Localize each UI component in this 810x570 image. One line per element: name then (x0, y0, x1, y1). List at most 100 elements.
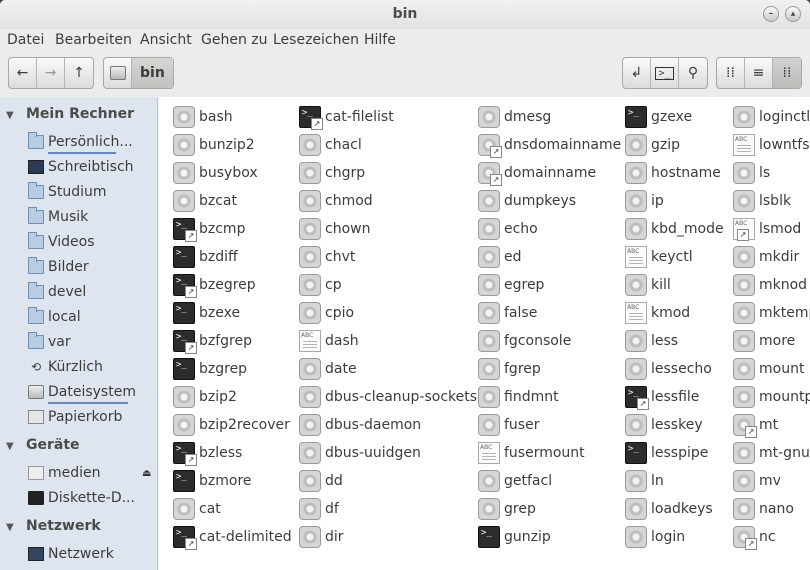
file-item[interactable]: bzip2 (173, 385, 237, 409)
file-item[interactable]: loginctl (733, 105, 810, 129)
file-item[interactable]: fgrep (478, 357, 541, 381)
file-item[interactable]: nc (733, 525, 776, 550)
sidebar-item-papierkorb[interactable]: Papierkorb (28, 406, 122, 428)
sidebar-item-kuerzlich[interactable]: ⟲ Kürzlich (28, 356, 103, 378)
file-item[interactable]: mt-gnu (733, 441, 810, 465)
file-item[interactable]: busybox (173, 161, 258, 185)
minimize-button[interactable]: – (763, 6, 779, 22)
sidebar-item-studium[interactable]: Studium (28, 181, 107, 203)
file-item[interactable]: lessfile (625, 385, 699, 410)
sidebar-item-dateisystem[interactable]: Dateisystem (28, 381, 136, 403)
file-item[interactable]: more (733, 329, 795, 353)
file-item[interactable]: cat-delimited (173, 525, 292, 550)
file-item[interactable]: fuser (478, 413, 539, 437)
file-item[interactable]: ln (625, 469, 664, 493)
file-item[interactable]: loadkeys (625, 497, 713, 521)
sidebar-item-local[interactable]: local (28, 306, 81, 328)
file-item[interactable]: bzless (173, 441, 242, 466)
file-item[interactable]: chown (299, 217, 370, 241)
file-item[interactable]: chgrp (299, 161, 365, 185)
file-item[interactable]: bzdiff (173, 245, 238, 269)
file-item[interactable]: dmesg (478, 105, 551, 129)
file-item[interactable]: cp (299, 273, 342, 297)
file-item[interactable]: cpio (299, 301, 354, 325)
menu-gehen-zu[interactable]: Gehen zu (201, 32, 268, 48)
sidebar-item-medien[interactable]: medien (28, 462, 101, 484)
file-item[interactable]: gzip (625, 133, 680, 157)
file-item[interactable]: dbus-cleanup-sockets (299, 385, 477, 409)
file-item[interactable]: ip (625, 189, 664, 213)
file-item[interactable]: getfacl (478, 469, 552, 493)
file-item[interactable]: lesskey (625, 413, 703, 437)
file-item[interactable]: cat (173, 497, 221, 521)
sidebar-item-videos[interactable]: Videos (28, 231, 95, 253)
file-item[interactable]: echo (478, 217, 538, 241)
file-item[interactable]: kill (625, 273, 671, 297)
file-item[interactable]: mknod (733, 273, 807, 297)
forward-button[interactable]: → (37, 58, 65, 88)
file-item[interactable]: chacl (299, 133, 362, 157)
file-item[interactable]: bzmore (173, 469, 252, 493)
file-item[interactable]: bash (173, 105, 233, 129)
file-item[interactable]: mv (733, 469, 781, 493)
file-item[interactable]: dnsdomainname (478, 133, 621, 158)
file-item[interactable]: egrep (478, 273, 544, 297)
file-item[interactable]: dumpkeys (478, 189, 576, 213)
file-item[interactable]: chmod (299, 189, 373, 213)
file-item[interactable]: bzfgrep (173, 329, 252, 354)
file-item[interactable]: bzegrep (173, 273, 256, 298)
icon-view-button[interactable]: ⁞⁞ (717, 58, 745, 88)
file-item[interactable]: lesspipe (625, 441, 708, 465)
file-item[interactable]: dir (299, 525, 344, 549)
file-item[interactable]: lessecho (625, 357, 712, 381)
list-view-button[interactable]: ≡ (745, 58, 773, 88)
menu-ansicht[interactable]: Ansicht (140, 32, 192, 48)
menu-lesezeichen[interactable]: Lesezeichen (273, 32, 359, 48)
file-item[interactable]: false (478, 301, 537, 325)
file-item[interactable]: bzgrep (173, 357, 247, 381)
file-item[interactable]: chvt (299, 245, 355, 269)
title-bar[interactable]: bin – ▴ (0, 0, 810, 29)
sidebar-item-bilder[interactable]: Bilder (28, 256, 89, 278)
sidebar-item-schreibtisch[interactable]: Schreibtisch (28, 156, 134, 178)
file-item[interactable]: ed (478, 245, 522, 269)
file-item[interactable]: grep (478, 497, 536, 521)
file-item[interactable]: less (625, 329, 678, 353)
section-computer-header[interactable]: ▼ Mein Rechner (6, 106, 134, 122)
eject-icon[interactable]: ⏏ (142, 468, 151, 479)
file-item[interactable]: login (625, 525, 685, 549)
file-item[interactable]: bzcat (173, 189, 237, 213)
terminal-button[interactable]: >_ (651, 58, 679, 88)
file-item[interactable]: date (299, 357, 357, 381)
file-item[interactable]: mktemp (733, 301, 810, 325)
file-item[interactable]: dash (299, 329, 359, 353)
section-devices-header[interactable]: ▼ Geräte (6, 437, 80, 453)
sidebar-item-var[interactable]: var (28, 331, 71, 353)
file-item[interactable]: dd (299, 469, 343, 493)
file-item[interactable]: gzexe (625, 105, 692, 129)
menu-bearbeiten[interactable]: Bearbeiten (55, 32, 132, 48)
up-button[interactable]: ↑ (65, 58, 93, 88)
file-item[interactable]: fusermount (478, 441, 585, 465)
search-button[interactable]: ⚲ (679, 58, 707, 88)
sidebar-item-musik[interactable]: Musik (28, 206, 88, 228)
file-item[interactable]: kmod (625, 301, 690, 325)
file-item[interactable]: bunzip2 (173, 133, 255, 157)
file-item[interactable]: dbus-daemon (299, 413, 421, 437)
file-item[interactable]: mkdir (733, 245, 799, 269)
section-network-header[interactable]: ▼ Netzwerk (6, 518, 101, 534)
path-current-button[interactable]: bin (132, 58, 173, 88)
file-item[interactable]: df (299, 497, 339, 521)
path-root-button[interactable] (104, 58, 132, 88)
file-item[interactable]: bzip2recover (173, 413, 290, 437)
file-item[interactable]: mt (733, 413, 778, 438)
back-button[interactable]: ← (9, 58, 37, 88)
file-item[interactable]: cat-filelist (299, 105, 394, 130)
file-item[interactable]: fgconsole (478, 329, 571, 353)
file-item[interactable]: nano (733, 497, 794, 521)
location-toggle-button[interactable]: ↲ (623, 58, 651, 88)
file-item[interactable]: gunzip (478, 525, 551, 549)
file-item[interactable]: lowntfs (733, 133, 810, 157)
file-item[interactable]: hostname (625, 161, 721, 185)
file-item[interactable]: findmnt (478, 385, 559, 409)
